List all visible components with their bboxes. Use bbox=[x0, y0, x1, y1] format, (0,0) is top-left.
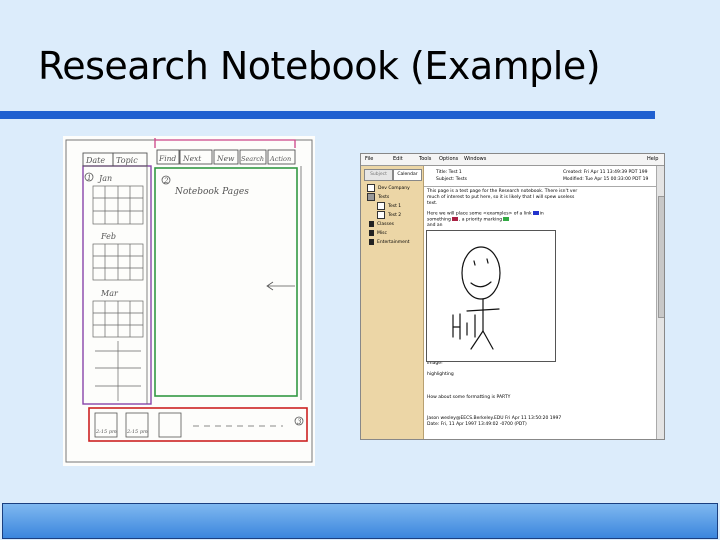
embedded-drawing[interactable] bbox=[426, 230, 556, 362]
page-icon bbox=[377, 211, 385, 219]
sketch-marker-3: 3 bbox=[297, 418, 302, 426]
created-timestamp: Created: Fri Apr 11 13:49:39 PDT 199 bbox=[563, 170, 648, 175]
page-icon bbox=[367, 184, 375, 192]
slide-title: Research Notebook (Example) bbox=[38, 44, 601, 88]
footer-bar bbox=[2, 503, 718, 539]
sketch-btn-find: Find bbox=[158, 154, 176, 163]
notebook-icon bbox=[367, 193, 375, 201]
sketch-btn-next: Next bbox=[182, 154, 202, 163]
highlight-label: highlighting bbox=[427, 372, 454, 377]
sketch-marker-2: 2 bbox=[163, 177, 169, 185]
menu-options[interactable]: Options bbox=[439, 156, 458, 162]
sketch-month-jan: Jan bbox=[97, 174, 112, 183]
menu-help[interactable]: Help bbox=[647, 156, 658, 162]
tree-item-tests[interactable]: Tests bbox=[367, 193, 389, 201]
sketch-month-mar: Mar bbox=[100, 289, 119, 298]
sketch-thumb-time-1: 2:15 pm bbox=[95, 429, 117, 435]
smiley-drawing bbox=[452, 246, 501, 350]
page-subject-field: Subject: Tests bbox=[436, 177, 467, 182]
link-marker[interactable] bbox=[532, 211, 539, 215]
tree-item-misc[interactable]: Misc bbox=[369, 230, 387, 236]
modified-timestamp: Modified: Tue Apr 15 00:33:00 PDT 19 bbox=[563, 177, 649, 182]
page-header: Title: Test 1 Subject: Tests Created: Fr… bbox=[424, 166, 656, 187]
book-icon bbox=[369, 230, 374, 236]
title-rule bbox=[0, 111, 655, 119]
scroll-thumb[interactable] bbox=[658, 196, 664, 318]
sketch-month-feb: Feb bbox=[100, 232, 116, 241]
tree-item-dev-company[interactable]: Dev Company bbox=[367, 184, 410, 192]
book-icon bbox=[369, 239, 374, 245]
tree-item-classes[interactable]: Classes bbox=[369, 221, 394, 227]
sketch-btn-action: Action bbox=[269, 155, 291, 163]
menu-file[interactable]: File bbox=[365, 156, 373, 162]
sketch-btn-search: Search bbox=[241, 155, 264, 163]
vertical-scrollbar[interactable] bbox=[656, 166, 664, 439]
sketch-page-label: Notebook Pages bbox=[174, 187, 249, 197]
menu-edit[interactable]: Edit bbox=[393, 156, 403, 162]
priority-marker bbox=[451, 217, 458, 221]
sketch-btn-new: New bbox=[216, 154, 235, 163]
app-window: File Edit Tools Options Windows Help Sub… bbox=[360, 153, 665, 440]
page-icon bbox=[377, 202, 385, 210]
subject-sidebar: Subject Calendar Dev Company Tests Test … bbox=[361, 166, 424, 439]
tab-calendar[interactable]: Calendar bbox=[393, 169, 422, 181]
tree-item-test-1[interactable]: Test 1 bbox=[377, 202, 401, 210]
page-title-field: Title: Test 1 bbox=[436, 170, 462, 175]
tab-subject[interactable]: Subject bbox=[364, 169, 393, 181]
tree-item-test-2[interactable]: Test 2 bbox=[377, 211, 401, 219]
sketch-drawing: Date Topic Find Next New Search Action J… bbox=[65, 138, 313, 463]
menu-tools[interactable]: Tools bbox=[419, 156, 431, 162]
menu-bar: File Edit Tools Options Windows Help bbox=[361, 154, 664, 166]
sketch-marker-1: 1 bbox=[87, 174, 91, 182]
menu-windows[interactable]: Windows bbox=[464, 156, 486, 162]
sketch-tab-topic: Topic bbox=[116, 156, 138, 165]
sketch-mockup: Date Topic Find Next New Search Action J… bbox=[63, 136, 315, 466]
sketch-tab-date: Date bbox=[85, 156, 105, 165]
tree-item-entertainment[interactable]: Entertainment bbox=[369, 239, 409, 245]
highlight-marker bbox=[503, 217, 510, 221]
book-icon bbox=[369, 221, 374, 227]
sketch-thumb-time-2: 2:15 pm bbox=[126, 429, 148, 435]
